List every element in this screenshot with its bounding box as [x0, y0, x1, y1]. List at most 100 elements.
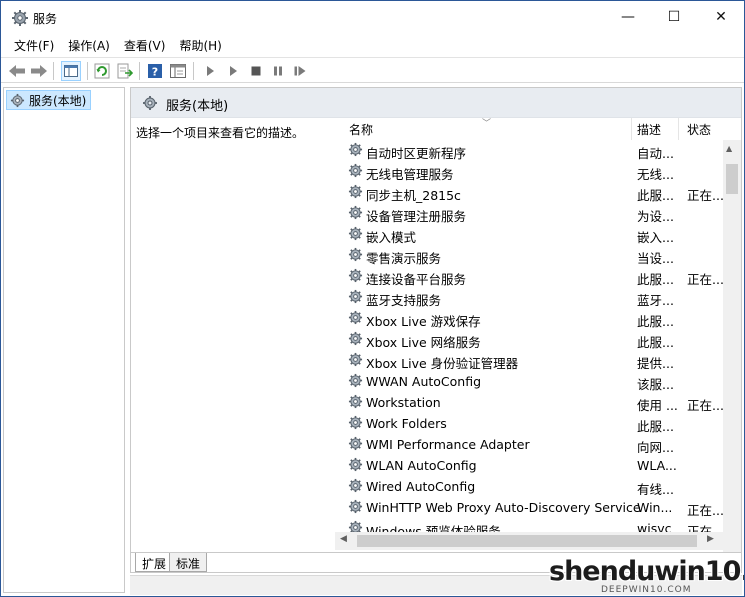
table-row[interactable]: Xbox Live 游戏保存 此服... — [335, 308, 723, 329]
table-row[interactable]: 自动时区更新程序 自动... — [335, 140, 723, 161]
table-row[interactable]: 设备管理注册服务 为设... — [335, 203, 723, 224]
gear-icon — [348, 478, 363, 496]
service-name: 设备管理注册服务 — [366, 209, 467, 224]
svg-text:?: ? — [152, 66, 158, 79]
close-button[interactable]: ✕ — [698, 1, 744, 33]
scroll-left-icon[interactable]: ◀ — [340, 534, 347, 544]
service-description: 此服... — [637, 272, 674, 287]
service-status: 正在... — [687, 188, 723, 203]
gear-icon — [348, 184, 363, 202]
minimize-button[interactable]: — — [605, 1, 651, 33]
table-row[interactable]: WMI Performance Adapter 向网... — [335, 434, 723, 455]
menu-view[interactable]: 查看(V) — [117, 34, 173, 56]
table-row[interactable]: Workstation 使用 ... 正在... — [335, 392, 723, 413]
service-description: 向网... — [637, 440, 674, 455]
gear-icon — [348, 394, 363, 412]
menu-action[interactable]: 操作(A) — [61, 34, 117, 56]
gear-icon — [348, 499, 363, 517]
forward-arrow-icon[interactable] — [30, 62, 48, 80]
services-gear-icon — [11, 9, 29, 27]
window-title: 服务 — [33, 12, 58, 26]
gear-icon — [348, 205, 363, 223]
services-rows: 自动时区更新程序 自动... 无线电管理服务 无线... 同步主机_2815c … — [335, 140, 723, 552]
vertical-scrollbar[interactable]: ▲ ▼ — [723, 140, 741, 552]
gear-icon — [348, 268, 363, 286]
table-row[interactable]: Wired AutoConfig 有线... — [335, 476, 723, 497]
refresh-icon[interactable] — [93, 62, 111, 80]
tree-item-services-local[interactable]: 服务(本地) — [6, 90, 92, 110]
scroll-right-icon[interactable]: ▶ — [707, 534, 714, 544]
table-row[interactable]: 同步主机_2815c 此服... 正在... — [335, 182, 723, 203]
service-description: 此服... — [637, 419, 674, 434]
service-description: 当设... — [637, 251, 674, 266]
restart-icon[interactable] — [291, 62, 309, 80]
menu-bar: 文件(F) 操作(A) 查看(V) 帮助(H) — [1, 34, 744, 56]
description-hint: 选择一个项目来查看它的描述。 — [136, 126, 305, 140]
pane-header: 服务(本地) — [131, 88, 741, 118]
menu-file[interactable]: 文件(F) — [7, 34, 61, 56]
export-list-icon[interactable] — [116, 62, 134, 80]
table-row[interactable]: Xbox Live 网络服务 此服... — [335, 329, 723, 350]
table-row[interactable]: Xbox Live 身份验证管理器 提供... — [335, 350, 723, 371]
service-name: Wired AutoConfig — [366, 479, 476, 494]
console-tree: 服务(本地) — [3, 87, 125, 593]
column-header-status[interactable]: 状态 — [679, 118, 723, 140]
service-name: Workstation — [366, 395, 441, 410]
service-name: Xbox Live 身份验证管理器 — [366, 356, 519, 371]
service-name: Xbox Live 网络服务 — [366, 335, 481, 350]
table-row[interactable]: 连接设备平台服务 此服... 正在... — [335, 266, 723, 287]
service-description: 该服... — [637, 377, 674, 392]
maximize-button[interactable]: ☐ — [651, 1, 697, 33]
show-console-tree-icon[interactable] — [61, 61, 81, 81]
scroll-up-icon[interactable]: ▲ — [726, 144, 732, 153]
service-description: 有线... — [637, 482, 674, 497]
service-status: 正在... — [687, 398, 723, 413]
title-bar[interactable]: 服务 — ☐ ✕ — [1, 1, 744, 33]
properties-icon[interactable] — [169, 62, 187, 80]
stop-icon[interactable] — [247, 62, 265, 80]
play-icon[interactable] — [201, 62, 219, 80]
pane-title: 服务(本地) — [166, 99, 229, 114]
gear-icon — [348, 226, 363, 244]
table-row[interactable]: 零售演示服务 当设... — [335, 245, 723, 266]
services-list: ﹀ 名称 描述 状态 自动时区更新程序 自动... 无线电管理服务 无线... … — [335, 118, 741, 552]
gear-icon — [348, 289, 363, 307]
table-row[interactable]: 嵌入模式 嵌入... — [335, 224, 723, 245]
toolbar-separator — [87, 62, 88, 80]
service-name: Xbox Live 游戏保存 — [366, 314, 481, 329]
gear-icon — [142, 95, 158, 114]
table-row[interactable]: 无线电管理服务 无线... — [335, 161, 723, 182]
column-header-name[interactable]: 名称 — [335, 118, 632, 140]
table-row[interactable]: WinHTTP Web Proxy Auto-Discovery Service… — [335, 497, 723, 518]
column-header-description[interactable]: 描述 — [632, 118, 679, 140]
pause-icon[interactable] — [269, 62, 287, 80]
service-description: 为设... — [637, 209, 674, 224]
toolbar-separator — [139, 62, 140, 80]
help-icon[interactable]: ? — [146, 62, 164, 80]
back-arrow-icon[interactable] — [8, 62, 26, 80]
horizontal-scrollbar[interactable]: ◀ ▶ — [335, 532, 741, 550]
menu-help[interactable]: 帮助(H) — [172, 34, 228, 56]
service-name: WinHTTP Web Proxy Auto-Discovery Service — [366, 500, 641, 515]
tab-standard[interactable]: 标准 — [169, 553, 208, 572]
tab-extended[interactable]: 扩展 — [135, 553, 174, 572]
site-watermark: shenduwin10.com — [549, 556, 744, 587]
gear-icon — [348, 352, 363, 370]
service-name: WLAN AutoConfig — [366, 458, 477, 473]
gear-icon — [348, 457, 363, 475]
toolbar-separator — [193, 62, 194, 80]
gear-icon — [348, 373, 363, 391]
vertical-scroll-thumb[interactable] — [726, 164, 738, 194]
service-description: 提供... — [637, 356, 674, 371]
service-status: 正在... — [687, 503, 723, 518]
table-row[interactable]: WWAN AutoConfig 该服... — [335, 371, 723, 392]
service-name: WMI Performance Adapter — [366, 437, 530, 452]
services-window: 服务 — ☐ ✕ 文件(F) 操作(A) 查看(V) 帮助(H) ? 服务(本地… — [0, 0, 745, 597]
play-icon[interactable] — [224, 62, 242, 80]
horizontal-scroll-thumb[interactable] — [357, 535, 697, 547]
gear-icon — [348, 415, 363, 433]
table-row[interactable]: WLAN AutoConfig WLA... — [335, 455, 723, 476]
service-description: 嵌入... — [637, 230, 674, 245]
table-row[interactable]: 蓝牙支持服务 蓝牙... — [335, 287, 723, 308]
table-row[interactable]: Work Folders 此服... — [335, 413, 723, 434]
